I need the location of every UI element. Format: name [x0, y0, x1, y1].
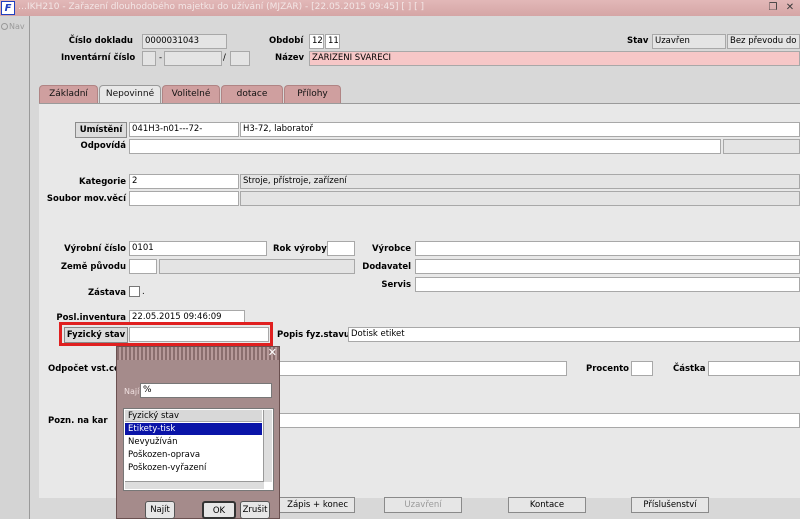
dodavatel-label: Dodavatel [362, 262, 411, 272]
vyrobce-field[interactable] [415, 241, 800, 256]
procento-field[interactable] [631, 361, 653, 376]
close-icon[interactable]: ✕ [783, 1, 797, 14]
nazev-label: Název [275, 53, 305, 63]
inventarni-cislo-field[interactable] [164, 51, 222, 66]
list-item[interactable]: Etikety-tisk [125, 423, 262, 435]
dodavatel-field[interactable] [415, 259, 800, 274]
zeme-puvodu-label: Země původu [60, 262, 126, 272]
obdobi-label: Období [269, 36, 304, 46]
window-title: …IKH210 - Zařazení dlouhodobého majetku … [18, 2, 424, 12]
inventarni-cislo-label: Inventární číslo [61, 53, 136, 63]
zastava-checkbox[interactable] [129, 286, 140, 297]
obdobi-year-field[interactable]: 11 [325, 34, 340, 49]
zapis-konec-label: Zápis + konec [287, 500, 348, 510]
odpovida-extra-field[interactable] [723, 139, 800, 154]
navigator-panel: Nav [0, 16, 30, 519]
procento-label: Procento [586, 364, 630, 374]
horizontal-scrollbar[interactable] [125, 481, 264, 489]
window-titlebar: F …IKH210 - Zařazení dlouhodobého majetk… [0, 0, 800, 16]
tab-nepovinne[interactable]: Nepovinné [99, 85, 161, 104]
odpocet-field[interactable] [279, 361, 567, 376]
lov-list-header: Fyzický stav [125, 410, 262, 422]
vyrobce-label: Výrobce [371, 244, 411, 254]
lov-list: Fyzický stav Etikety-tisk Nevyužíván Poš… [123, 408, 274, 491]
castka-field[interactable] [708, 361, 800, 376]
soubor-label: Soubor mov.věcí [46, 194, 126, 204]
list-item[interactable]: Nevyužíván [125, 436, 262, 448]
lov-ok-button[interactable]: OK [202, 501, 236, 519]
odpocet-label: Odpočet vst.ce [48, 364, 120, 374]
pozn-field[interactable] [279, 413, 800, 428]
umisteni-button[interactable]: Umístění [75, 122, 127, 138]
odpovida-field[interactable] [129, 139, 721, 154]
kategorie-label: Kategorie [79, 177, 126, 187]
inventarni-cislo-suffix-field[interactable] [230, 51, 250, 66]
radio-icon [1, 23, 8, 30]
stav-field[interactable]: Uzavřen [652, 34, 726, 49]
odpovida-label: Odpovídá [80, 141, 126, 151]
inventarni-cislo-prefix-field[interactable] [142, 51, 156, 66]
restore-icon[interactable]: ❐ [766, 1, 780, 14]
list-item[interactable]: Poškozen-oprava [125, 449, 262, 461]
inventarni-separator-slash: / [223, 53, 226, 63]
prislusenstvi-button[interactable]: Příslušenství [631, 497, 709, 513]
tab-dotace[interactable]: dotace [221, 85, 283, 103]
rok-vyroby-label: Rok výroby [273, 244, 327, 254]
vyrobni-cislo-field[interactable]: 0101 [129, 241, 267, 256]
lov-najit-button[interactable]: Najít [145, 501, 175, 519]
vyrobni-cislo-label: Výrobní číslo [64, 244, 126, 254]
obdobi-month-field[interactable]: 12 [309, 34, 324, 49]
nav-toggle[interactable]: Nav [1, 22, 25, 31]
lov-search-input[interactable]: % [140, 383, 272, 398]
zeme-puvodu-code-field[interactable] [129, 259, 157, 274]
lov-zrusit-button[interactable]: Zrušit [240, 501, 270, 519]
lov-dialog: ✕ Najít % Fyzický stav Etikety-tisk Nevy… [116, 346, 280, 519]
pozn-label: Pozn. na kar [48, 416, 108, 426]
umisteni-code-field[interactable]: 041H3-n01---72- [129, 122, 239, 137]
servis-field[interactable] [415, 277, 800, 292]
stav-transfer-field[interactable]: Bez převodu do ú [727, 34, 800, 49]
lov-dialog-titlebar[interactable]: ✕ [117, 346, 279, 360]
zastava-label: Zástava [87, 288, 126, 298]
zeme-puvodu-desc-field[interactable] [159, 259, 355, 274]
cislo-dokladu-field[interactable]: 0000031043 [142, 34, 227, 49]
zapis-konec-button[interactable]: Zápis + konec [277, 497, 355, 513]
popis-fyz-label: Popis fyz.stavu [277, 330, 350, 340]
zastava-suffix: . [142, 287, 145, 297]
kontace-button[interactable]: Kontace [508, 497, 586, 513]
uzavreni-button[interactable]: Uzavření [384, 497, 462, 513]
soubor-desc-field[interactable] [240, 191, 800, 206]
popis-fyz-field[interactable]: Dotisk etiket [348, 327, 800, 342]
servis-label: Servis [381, 280, 411, 290]
kategorie-code-field[interactable]: 2 [129, 174, 239, 189]
castka-label: Částka [673, 364, 706, 374]
nazev-field[interactable]: ZARIZENI SVARECI [309, 51, 800, 66]
app-icon: F [1, 1, 15, 15]
tab-zakladni[interactable]: Základní [39, 85, 98, 103]
list-item[interactable]: Poškozen-vyřazení [125, 462, 262, 474]
vertical-scrollbar[interactable] [263, 410, 272, 482]
rok-vyroby-field[interactable] [327, 241, 355, 256]
tab-volitelne[interactable]: Volitelné [162, 85, 220, 103]
highlight-box [59, 322, 273, 346]
kategorie-desc-field[interactable]: Stroje, přístroje, zařízení [240, 174, 800, 189]
stav-label: Stav [627, 36, 649, 46]
cislo-dokladu-label: Číslo dokladu [68, 36, 133, 46]
soubor-field[interactable] [129, 191, 239, 206]
close-icon[interactable]: ✕ [268, 346, 277, 359]
umisteni-desc-field[interactable]: H3-72, laboratoř [240, 122, 800, 137]
nav-label: Nav [9, 22, 25, 31]
inventarni-separator-dash: - [159, 53, 163, 63]
tab-prilohy[interactable]: Přílohy [284, 85, 341, 103]
